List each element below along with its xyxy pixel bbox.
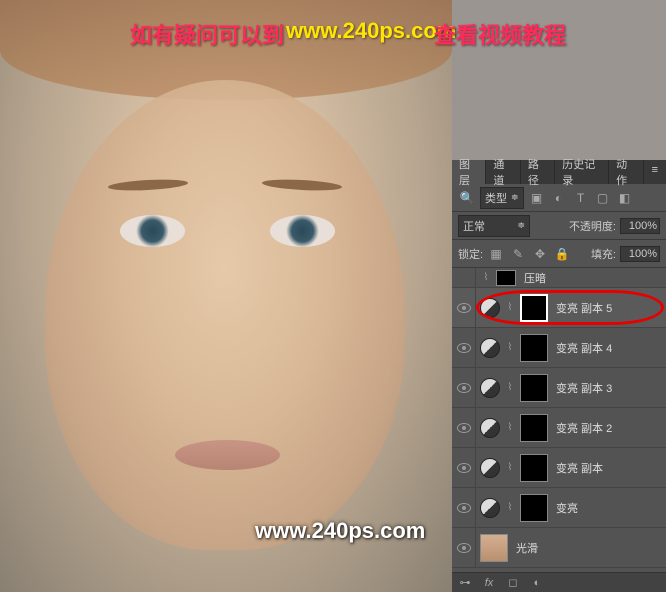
- layer-mask-thumbnail[interactable]: [496, 270, 516, 286]
- link-layers-icon[interactable]: ⊶: [456, 574, 474, 592]
- blend-mode-dropdown[interactable]: 正常 ≑: [458, 215, 530, 237]
- opacity-field[interactable]: 100%: [620, 218, 660, 234]
- lock-pixels-icon[interactable]: ✎: [509, 245, 527, 263]
- link-icon: ⌇: [504, 422, 516, 433]
- eye-icon: [457, 463, 471, 473]
- new-adjustment-icon[interactable]: ◐: [528, 574, 546, 592]
- overlay-text-1: 如有疑问可以到: [130, 18, 284, 50]
- fx-icon[interactable]: fx: [480, 574, 498, 592]
- fill-label: 填充:: [591, 246, 616, 262]
- tab-history[interactable]: 历史记录: [555, 160, 609, 184]
- layer-mask-thumbnail[interactable]: [520, 494, 548, 522]
- eye-icon: [457, 303, 471, 313]
- panel-menu-icon[interactable]: ≡: [644, 160, 666, 184]
- eye-icon: [457, 383, 471, 393]
- tab-channels[interactable]: 通道: [486, 160, 520, 184]
- kind-dropdown[interactable]: 类型 ≑: [480, 187, 524, 209]
- layer-row[interactable]: ⌇ 压暗: [452, 268, 666, 288]
- smart-filter-icon[interactable]: ◧: [616, 189, 634, 207]
- layer-mask-thumbnail[interactable]: [520, 374, 548, 402]
- blend-mode-value: 正常: [463, 218, 485, 234]
- visibility-toggle[interactable]: [452, 528, 476, 568]
- adjustment-filter-icon[interactable]: ◐: [550, 189, 568, 207]
- overlay-text-3: 查看视频教程: [434, 18, 566, 50]
- layer-row[interactable]: ⌇ 变亮 副本 2: [452, 408, 666, 448]
- tab-actions[interactable]: 动作: [609, 160, 643, 184]
- layer-name[interactable]: 变亮 副本: [552, 460, 662, 476]
- watermark-site: www.240ps.com: [255, 518, 425, 544]
- document-canvas[interactable]: [0, 0, 452, 592]
- visibility-toggle[interactable]: [452, 408, 476, 448]
- image-content: [45, 80, 405, 550]
- chevron-down-icon: ≑: [511, 192, 519, 203]
- adjustment-layer-icon: [480, 418, 500, 438]
- opacity-label: 不透明度:: [569, 218, 616, 234]
- eye-icon: [457, 543, 471, 553]
- lock-row: 锁定: ▦ ✎ ✥ 🔒 填充: 100%: [452, 240, 666, 268]
- lock-label: 锁定:: [458, 246, 483, 262]
- chevron-down-icon: ≑: [517, 220, 525, 231]
- shape-filter-icon[interactable]: ▢: [594, 189, 612, 207]
- link-icon: ⌇: [480, 272, 492, 283]
- visibility-toggle[interactable]: [452, 368, 476, 408]
- layer-name[interactable]: 变亮: [552, 500, 662, 516]
- layer-mask-thumbnail[interactable]: [520, 454, 548, 482]
- visibility-toggle[interactable]: [452, 288, 476, 328]
- image-content: [175, 440, 280, 470]
- lock-all-icon[interactable]: 🔒: [553, 245, 571, 263]
- layer-name[interactable]: 压暗: [520, 270, 662, 286]
- blend-row: 正常 ≑ 不透明度: 100%: [452, 212, 666, 240]
- layer-name[interactable]: 变亮 副本 5: [552, 300, 662, 316]
- image-filter-icon[interactable]: ▣: [528, 189, 546, 207]
- layer-row[interactable]: ⌇ 变亮 副本 4: [452, 328, 666, 368]
- link-icon: ⌇: [504, 342, 516, 353]
- adjustment-layer-icon: [480, 458, 500, 478]
- eye-icon: [457, 503, 471, 513]
- search-icon[interactable]: 🔍: [458, 189, 476, 207]
- link-icon: ⌇: [504, 502, 516, 513]
- kind-label: 类型: [485, 190, 507, 206]
- image-content: [270, 215, 335, 247]
- layer-row[interactable]: ⌇ 变亮 副本 5: [452, 288, 666, 328]
- layer-name[interactable]: 光滑: [512, 540, 662, 556]
- layer-mask-thumbnail[interactable]: [520, 294, 548, 322]
- adjustment-layer-icon: [480, 298, 500, 318]
- layers-list[interactable]: ⌇ 压暗 ⌇ 变亮 副本 5 ⌇ 变亮 副本 4 ⌇ 变亮 副本 3: [452, 268, 666, 572]
- layer-row[interactable]: ⌇ 变亮: [452, 488, 666, 528]
- link-icon: ⌇: [504, 302, 516, 313]
- layer-mask-thumbnail[interactable]: [520, 334, 548, 362]
- panel-footer: ⊶ fx ◻ ◐: [452, 572, 666, 592]
- layer-mask-thumbnail[interactable]: [520, 414, 548, 442]
- link-icon: ⌇: [504, 462, 516, 473]
- type-filter-icon[interactable]: T: [572, 189, 590, 207]
- adjustment-layer-icon: [480, 498, 500, 518]
- layer-name[interactable]: 变亮 副本 3: [552, 380, 662, 396]
- visibility-toggle[interactable]: [452, 328, 476, 368]
- adjustment-layer-icon: [480, 338, 500, 358]
- link-icon: ⌇: [504, 382, 516, 393]
- visibility-toggle[interactable]: [452, 268, 476, 288]
- adjustment-layer-icon: [480, 378, 500, 398]
- panel-tabs: 图层 通道 路径 历史记录 动作 ≡: [452, 160, 666, 184]
- tab-paths[interactable]: 路径: [521, 160, 555, 184]
- eye-icon: [457, 423, 471, 433]
- layer-thumbnail[interactable]: [480, 534, 508, 562]
- visibility-toggle[interactable]: [452, 448, 476, 488]
- layer-row[interactable]: ⌇ 变亮 副本 3: [452, 368, 666, 408]
- layer-row[interactable]: 光滑: [452, 528, 666, 568]
- add-mask-icon[interactable]: ◻: [504, 574, 522, 592]
- image-content: [120, 215, 185, 247]
- layer-name[interactable]: 变亮 副本 2: [552, 420, 662, 436]
- lock-position-icon[interactable]: ✥: [531, 245, 549, 263]
- layer-row[interactable]: ⌇ 变亮 副本: [452, 448, 666, 488]
- layers-panel: 图层 通道 路径 历史记录 动作 ≡ 🔍 类型 ≑ ▣ ◐ T ▢ ◧ 正常 ≑…: [452, 160, 666, 592]
- lock-transparency-icon[interactable]: ▦: [487, 245, 505, 263]
- fill-field[interactable]: 100%: [620, 246, 660, 262]
- tab-layers[interactable]: 图层: [452, 160, 486, 184]
- filter-row: 🔍 类型 ≑ ▣ ◐ T ▢ ◧: [452, 184, 666, 212]
- layer-name[interactable]: 变亮 副本 4: [552, 340, 662, 356]
- visibility-toggle[interactable]: [452, 488, 476, 528]
- eye-icon: [457, 343, 471, 353]
- overlay-text-2: www.240ps.com: [286, 18, 456, 44]
